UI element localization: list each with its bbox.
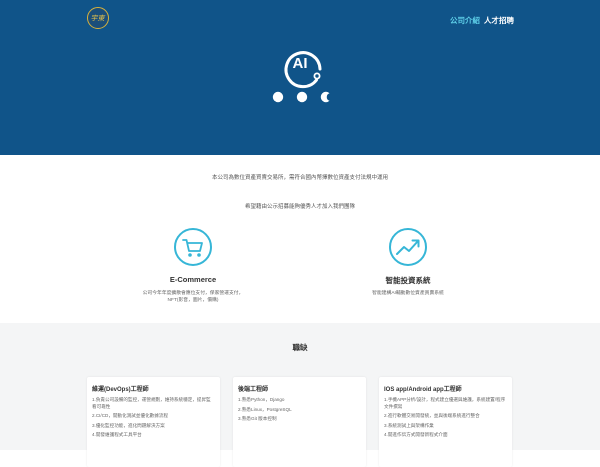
trend-chart-icon xyxy=(388,227,428,272)
jobs-section: 職缺 維運(DevOps)工程師 1.負責公司設備的監控，運營規劃，維持系統穩定… xyxy=(0,323,600,467)
intro-recruit-text: 希望藉由公示招募能夠優秀人才加入我們團隊 xyxy=(244,204,355,210)
intro-description: 本公司為數位資產買賣交易所，需符合國內幣擇數位資產支付法規中運用 xyxy=(211,175,388,181)
nav-link-jobs[interactable]: 人才招聘 xyxy=(484,15,514,26)
list-item: 3.系統測試上與架構作業 xyxy=(384,422,434,428)
svg-text:AI: AI xyxy=(293,55,308,72)
job-card-devops[interactable]: 維運(DevOps)工程師 1.負責公司設備的監控，運營規劃，維持系統穩定，提昇… xyxy=(87,377,220,467)
nav-link-about[interactable]: 公司介紹 xyxy=(450,15,480,26)
logo-emblem-icon: 宇東 xyxy=(91,15,106,23)
job-card-backend[interactable]: 後端工程師 1.熟悉Python，Django 2.熟悉Linux，Postgr… xyxy=(233,377,366,467)
job-requirements-list: 1.手機APP分析/設計，程式建立優選與維護，系統建置/程序文件撰寫 2.進行軟… xyxy=(384,397,506,442)
job-title: 後端工程師 xyxy=(238,387,269,393)
list-item: 2.CI/CD，開動化測試並優化數據流程 xyxy=(92,413,169,418)
job-title: IOS app/Android app工程師 xyxy=(384,387,462,393)
shopping-cart-icon xyxy=(173,227,213,272)
list-item: 2.進行軟體交易開發統，並與後端系統進行整合 xyxy=(384,413,480,418)
job-card-mobile[interactable]: IOS app/Android app工程師 1.手機APP分析/設計，程式建立… xyxy=(379,377,512,467)
list-item: 1.負責公司設備的監控，運營規劃，維持系統穩定，提昇監看可靠性 xyxy=(92,397,211,409)
feature-title-ecommerce: E-Commerce xyxy=(169,275,217,284)
list-item: 1.手機APP分析/設計，程式建立優選與維護，系統建置/程序文件撰寫 xyxy=(384,397,506,409)
svg-text:宇東: 宇東 xyxy=(91,15,106,23)
list-item: 4.開發維護程式工具平台 xyxy=(92,432,142,437)
feature-desc-line: 智能建構AI輔動數位資產買賣系統 xyxy=(372,291,444,296)
ai-chat-illustration: AI xyxy=(266,35,336,115)
feature-desc-line: NFT(影音，圖片，價購) xyxy=(167,298,219,303)
list-item: 3.熟悉Git 版本控制 xyxy=(238,416,277,421)
list-item: 1.熟悉Python，Django xyxy=(238,397,285,402)
list-item: 4.開進作伝方式開發新程式介面 xyxy=(384,432,448,437)
hero-banner: 宇東 公司介紹 人才招聘 AI xyxy=(0,0,600,155)
list-item: 2.熟悉Linux，PostgreSQL xyxy=(238,406,292,412)
feature-title-smart-investment: 智能投資系統 xyxy=(385,276,431,285)
job-requirements-list: 1.熟悉Python，Django 2.熟悉Linux，PostgreSQL 3… xyxy=(238,397,360,426)
job-title: 維運(DevOps)工程師 xyxy=(92,387,149,393)
ai-chat-bubble-icon: AI xyxy=(272,51,330,103)
list-item: 3.優化監控功能，進化問題解決方案 xyxy=(92,422,165,428)
company-logo[interactable]: 宇東 xyxy=(87,7,109,29)
feature-desc-line: 公司今年年度擴散會應位支付，保家營運支付， xyxy=(142,291,244,296)
feature-desc-smart-investment: 智能建構AI輔動數位資產買賣系統 xyxy=(308,290,508,297)
jobs-heading: 職缺 xyxy=(292,343,308,352)
feature-desc-ecommerce: 公司今年年度擴散會應位支付，保家營運支付， NFT(影音，圖片，價購) xyxy=(93,290,293,304)
job-requirements-list: 1.負責公司設備的監控，運營規劃，維持系統穩定，提昇監看可靠性 2.CI/CD，… xyxy=(92,397,214,442)
